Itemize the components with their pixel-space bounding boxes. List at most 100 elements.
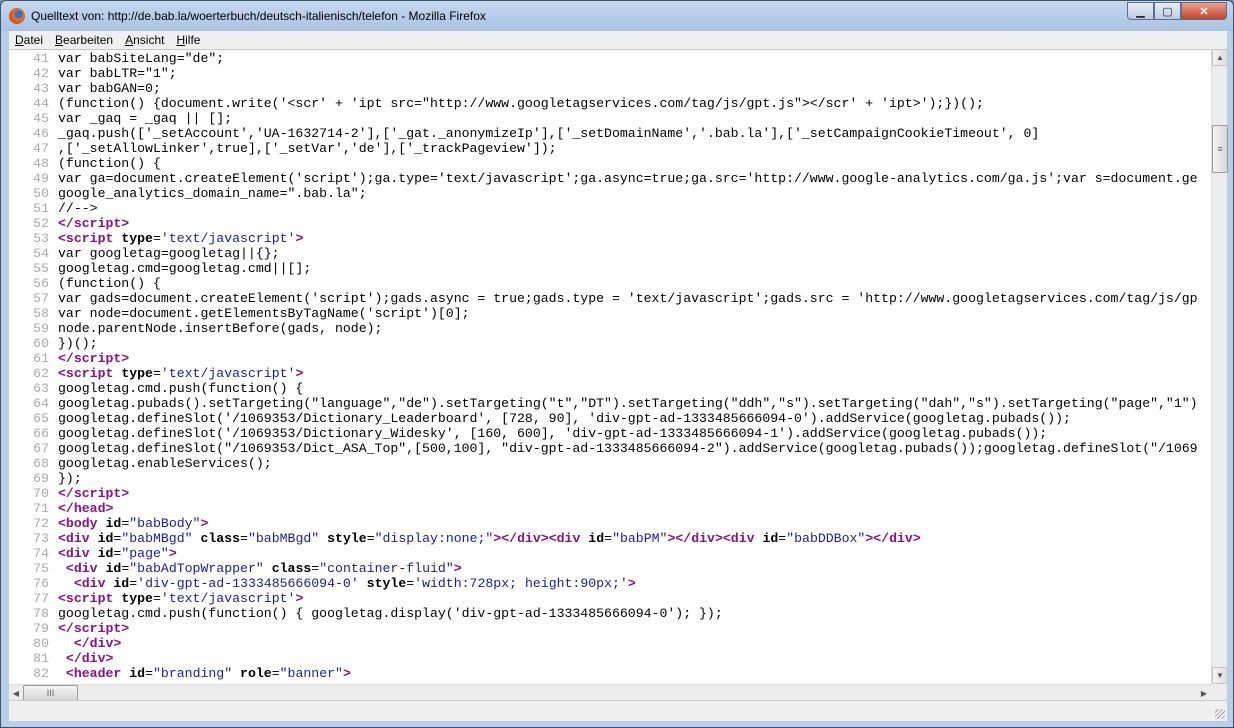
attribute-name: style bbox=[319, 531, 367, 546]
code-text: //--> bbox=[58, 201, 98, 216]
line-number: 51 bbox=[33, 201, 49, 216]
source-line: 76 <div id='div-gpt-ad-1333485666094-0' … bbox=[9, 576, 636, 591]
html-tag: <div bbox=[65, 561, 98, 576]
code-text: google_analytics_domain_name=".bab.la"; bbox=[58, 186, 367, 201]
title-bar: Quelltext von: http://de.bab.la/woerterb… bbox=[1, 1, 1233, 31]
scroll-left-button[interactable]: ◀ bbox=[9, 685, 23, 701]
line-number: 62 bbox=[33, 366, 49, 381]
code-text: = bbox=[129, 576, 138, 591]
html-tag: </script> bbox=[58, 351, 130, 366]
line-number: 72 bbox=[33, 516, 49, 531]
scrollbar-corner bbox=[1211, 684, 1227, 700]
attribute-value: "babPM" bbox=[612, 531, 668, 546]
html-tag: ></div> bbox=[865, 531, 921, 546]
scroll-down-button[interactable]: ▼ bbox=[1212, 667, 1228, 684]
source-line: 66 googletag.defineSlot('/1069353/Diction… bbox=[9, 426, 1047, 441]
source-line: 81 </div> bbox=[9, 651, 113, 666]
window-title: Quelltext von: http://de.bab.la/woerterb… bbox=[31, 9, 486, 23]
code-text: googletag.pubads().setTargeting("languag… bbox=[58, 396, 1198, 411]
minimize-button[interactable]: ▁ bbox=[1127, 2, 1154, 20]
attribute-value: 'text/javascript' bbox=[160, 231, 296, 246]
source-line: 59 node.parentNode.insertBefore(gads, nod… bbox=[9, 321, 382, 336]
source-line: 78 googletag.cmd.push(function() { google… bbox=[9, 606, 723, 621]
code-text: = bbox=[366, 531, 375, 546]
menu-datei[interactable]: Datei bbox=[9, 33, 49, 47]
html-tag: > bbox=[453, 561, 462, 576]
attribute-value: 'div-gpt-ad-1333485666094-0' bbox=[137, 576, 359, 591]
html-tag: > bbox=[627, 576, 636, 591]
maximize-button[interactable]: ▢ bbox=[1154, 2, 1181, 20]
scroll-up-button[interactable]: ▲ bbox=[1212, 49, 1228, 66]
source-line: 67 googletag.defineSlot("/1069353/Dict_AS… bbox=[9, 441, 1197, 456]
line-number: 58 bbox=[33, 306, 49, 321]
horizontal-scroll-thumb[interactable]: III bbox=[23, 685, 78, 701]
line-number: 77 bbox=[33, 591, 49, 606]
menu-bearbeiten[interactable]: Bearbeiten bbox=[49, 33, 119, 47]
html-tag: > bbox=[295, 366, 304, 381]
vertical-scroll-thumb[interactable]: ≡ bbox=[1212, 125, 1228, 173]
html-tag: <div bbox=[58, 546, 90, 561]
html-tag: </script> bbox=[58, 216, 130, 231]
line-number: 74 bbox=[33, 546, 49, 561]
attribute-name: id bbox=[89, 531, 114, 546]
html-tag: <script bbox=[58, 231, 114, 246]
source-line: 51 //--> bbox=[9, 201, 98, 216]
html-tag: ></div><div bbox=[667, 531, 755, 546]
code-text: var googletag=googletag||{}; bbox=[58, 246, 280, 261]
html-tag: <script bbox=[58, 591, 114, 606]
resize-grip[interactable] bbox=[1215, 709, 1225, 719]
source-line: 45 var _gaq = _gaq || []; bbox=[9, 111, 232, 126]
attribute-name: type bbox=[113, 231, 153, 246]
line-number: 53 bbox=[33, 231, 49, 246]
line-number: 73 bbox=[33, 531, 49, 546]
code-text: _gaq.push(['_setAccount','UA-1632714-2']… bbox=[58, 126, 1040, 141]
line-number: 56 bbox=[33, 276, 49, 291]
line-number: 80 bbox=[33, 636, 49, 651]
line-number: 41 bbox=[33, 51, 49, 66]
close-button[interactable]: ✕ bbox=[1181, 2, 1227, 20]
attribute-value: 'width:728px; height:90px;' bbox=[414, 576, 628, 591]
attribute-value: "babBody" bbox=[129, 516, 201, 531]
source-line: 61 </script> bbox=[9, 351, 129, 366]
source-line: 53 <script type='text/javascript'> bbox=[9, 231, 303, 246]
code-text: googletag.cmd=googletag.cmd||[]; bbox=[58, 261, 312, 276]
source-line: 80 </div> bbox=[9, 636, 121, 651]
source-line: 56 (function() { bbox=[9, 276, 161, 291]
attribute-value: 'text/javascript' bbox=[160, 591, 296, 606]
menu-hilfe[interactable]: Hilfe bbox=[170, 33, 206, 47]
source-line: 42 var babLTR="1"; bbox=[9, 66, 177, 81]
attribute-value: "container-fluid" bbox=[319, 561, 454, 576]
attribute-name: id bbox=[97, 561, 122, 576]
code-text: var ga=document.createElement('script');… bbox=[58, 171, 1198, 186]
line-number: 60 bbox=[33, 336, 49, 351]
window-controls: ▁ ▢ ✕ bbox=[1127, 2, 1227, 20]
source-line: 73 <div id="babMBgd" class="babMBgd" styl… bbox=[9, 531, 921, 546]
code-text: node.parentNode.insertBefore(gads, node)… bbox=[58, 321, 383, 336]
line-number: 68 bbox=[33, 456, 49, 471]
line-number: 43 bbox=[33, 81, 49, 96]
html-tag: <div bbox=[58, 531, 90, 546]
attribute-value: 'text/javascript' bbox=[160, 366, 296, 381]
code-text: googletag.enableServices(); bbox=[58, 456, 272, 471]
scroll-right-button[interactable]: ▶ bbox=[1197, 685, 1211, 701]
code-text: = bbox=[311, 561, 320, 576]
menu-ansicht[interactable]: Ansicht bbox=[119, 33, 170, 47]
source-line: 54 var googletag=googletag||{}; bbox=[9, 246, 280, 261]
line-number: 42 bbox=[33, 66, 49, 81]
code-text: = bbox=[604, 531, 613, 546]
status-bar bbox=[9, 700, 1227, 721]
html-tag: </head> bbox=[58, 501, 114, 516]
line-number: 59 bbox=[33, 321, 49, 336]
horizontal-scrollbar[interactable]: ◀ III ▶ bbox=[9, 684, 1211, 701]
line-number: 44 bbox=[33, 96, 49, 111]
attribute-value: "branding" bbox=[153, 666, 233, 681]
attribute-value: "babMBgd" bbox=[121, 531, 193, 546]
source-line: 77 <script type='text/javascript'> bbox=[9, 591, 303, 606]
html-tag: </script> bbox=[58, 486, 130, 501]
code-text: = bbox=[152, 366, 161, 381]
line-number: 70 bbox=[33, 486, 49, 501]
vertical-scrollbar[interactable]: ▲ ≡ ▼ bbox=[1211, 49, 1228, 684]
line-number: 49 bbox=[33, 171, 49, 186]
source-view[interactable]: 41 var babSiteLang="de"; 42 var babLTR="1";… bbox=[9, 49, 1211, 684]
